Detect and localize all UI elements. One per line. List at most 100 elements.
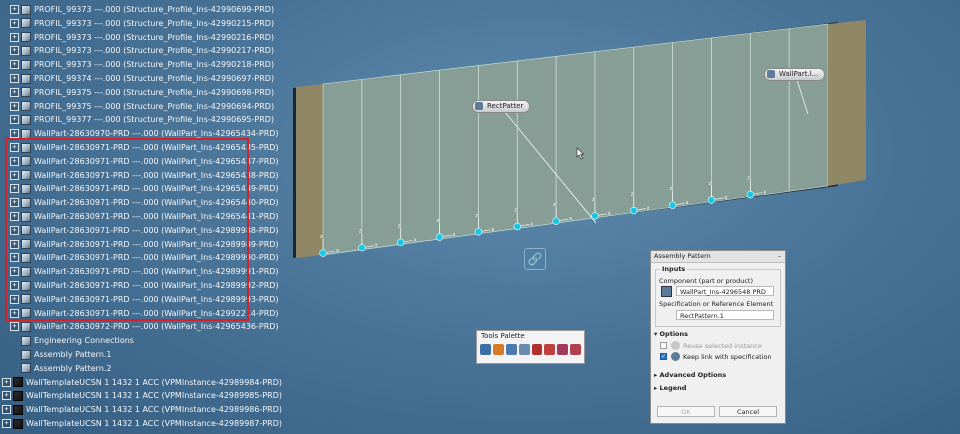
grid-tool-icon[interactable] [505,344,517,355]
dialog-title-bar[interactable]: Assembly Pattern – [651,251,785,263]
pattern-node [513,222,521,231]
measure-tool-icon[interactable] [531,344,543,355]
tree-row[interactable]: + PROFIL_99375 ---.000 (Structure_Profile… [10,86,274,99]
expand-toggle-icon[interactable]: + [10,18,19,28]
wallpart-leader-line [795,76,809,115]
rectpattern-label-tag[interactable]: RectPatter [472,100,531,113]
tree-row-label: PROFIL_99373 ---.000 (Structure_Profile_… [34,5,275,14]
tree-row-label: WallTemplateUCSN 1 1432 1 ACC (VPMInstan… [26,377,283,387]
axis-x-label: x [491,227,494,233]
axis-x-label: x [530,221,533,227]
reuse-icon [671,341,680,350]
inputs-group: Inputs Component (part or product) WallP… [655,265,781,327]
tree-row[interactable]: + PROFIL_99373 ---.000 (Structure_Profile… [10,44,274,57]
profile-icon [21,45,31,56]
axis-z-label: z [359,229,362,235]
options-section-toggle[interactable]: ▾ Options [654,330,688,338]
engineering-link-icon[interactable]: 🔗 [524,248,546,270]
expand-toggle-icon[interactable]: + [2,405,11,415]
axis-x-label: x [453,232,456,238]
axis-x-line [750,192,763,195]
template-icon [13,404,23,415]
expand-toggle-icon[interactable]: + [10,115,19,125]
axis-z-label: z [708,181,711,187]
axis-x-line [361,245,374,248]
tree-row[interactable]: + PROFIL_99373 ---.000 (Structure_Profile… [10,58,274,71]
engineering-connections-icon [21,335,31,346]
expand-toggle-icon[interactable]: + [10,60,19,70]
advanced-options-toggle[interactable]: ▸ Advanced Options [654,371,726,379]
capture-tool-icon[interactable] [557,344,569,355]
tree-row[interactable]: Assembly Pattern.2 [10,362,112,375]
ok-button[interactable]: OK [657,406,715,417]
axis-z-label: z [747,176,750,182]
expand-toggle-icon[interactable]: + [10,101,19,111]
axis-x-label: x [647,206,650,212]
folder-tool-icon[interactable] [492,344,504,355]
tree-row[interactable]: + PROFIL_99373 ---.000 (Structure_Profile… [10,17,274,30]
tree-row[interactable]: + PROFIL_99377 ---.000 (Structure_Profile… [10,113,274,126]
tree-row-label: Assembly Pattern.2 [34,363,112,373]
tree-row[interactable]: + WallTemplateUCSN 1 1432 1 ACC (VPMInsta… [2,403,282,416]
expand-toggle-icon[interactable]: + [10,5,19,14]
profile-icon [21,18,31,29]
axis-x-line [517,224,530,227]
axis-x-line [633,208,646,211]
tree-row[interactable]: Engineering Connections [10,334,134,347]
assembly-pattern-dialog[interactable]: Assembly Pattern – Inputs Component (par… [650,250,786,424]
tree-row[interactable]: + WallTemplateUCSN 1 1432 1 ACC (VPMInsta… [2,389,282,402]
expand-toggle-icon[interactable]: + [2,391,11,401]
tree-row-label: Engineering Connections [34,336,134,346]
expand-toggle-icon[interactable]: + [10,74,19,83]
wallpart-label-tag[interactable]: WallPart.l... [764,68,826,81]
link-icon [671,352,680,361]
profile-icon [21,101,31,112]
axis-x-label: x [686,200,689,206]
tools-palette-title: Tools Palette [481,332,525,340]
pattern-node [435,233,444,241]
tree-row[interactable]: + PROFIL_99373 ---.000 (Structure_Profile… [10,31,274,44]
axis-x-line [322,250,336,254]
tree-row[interactable]: + WallTemplateUCSN 1 1432 1 ACC (VPMInsta… [2,417,282,430]
expand-toggle-icon[interactable]: + [2,377,11,387]
expand-toggle-icon[interactable]: + [10,46,19,56]
expand-toggle-icon[interactable]: + [10,322,19,332]
tree-row[interactable]: + PROFIL_99373 ---.000 (Structure_Profile… [10,3,274,16]
wall-pattern-panel[interactable] [322,23,829,256]
tree-row[interactable]: + WallPart-28630972-PRD ---.000 (WallPart… [10,320,279,333]
tree-row[interactable]: + WallTemplateUCSN 1 1432 1 ACC (VPMInsta… [2,376,282,389]
profile-icon [21,59,31,70]
tree-row[interactable]: + PROFIL_99374 ---.000 (Structure_Profile… [10,72,274,85]
pattern-node [746,190,755,199]
expand-toggle-icon[interactable]: + [10,87,19,97]
tree-row[interactable]: Assembly Pattern.1 [10,348,112,361]
reuse-label: Reuse selected instance [683,342,762,350]
pattern-node [591,212,599,220]
tree-row-label: WallTemplateUCSN 1 1432 1 ACC (VPMInstan… [26,419,283,428]
highlight-selection-box [5,138,249,321]
tree-row[interactable]: + PROFIL_99375 ---.000 (Structure_Profile… [10,100,274,113]
minimize-button[interactable]: – [778,251,781,262]
tree-row-label: Assembly Pattern.1 [34,350,112,359]
pattern-node [396,238,405,247]
legend-toggle[interactable]: ▸ Legend [654,384,686,392]
tree-row-label: PROFIL_99375 ---.000 (Structure_Profile_… [34,87,275,97]
component-field[interactable]: WallPart_Ins-4296548 PRD [676,286,774,296]
expand-toggle-icon[interactable]: + [10,129,19,139]
tools-palette[interactable]: Tools Palette [476,330,585,364]
axis-z-label: z [670,186,673,192]
pattern-node [319,249,327,257]
expand-toggle-icon[interactable]: + [10,32,19,42]
spec-field[interactable]: RectPattern.1 [676,310,774,320]
mirror-tool-icon[interactable] [518,344,530,355]
select-tool-icon[interactable] [480,344,491,355]
keep-link-checkbox[interactable]: ✓ [660,353,667,360]
expand-toggle-icon[interactable]: + [2,419,11,428]
options-title: Options [659,330,689,338]
snap-tool-icon[interactable] [544,344,556,355]
export-tool-icon[interactable] [570,344,581,355]
tree-row-label: PROFIL_99374 ---.000 (Structure_Profile_… [34,74,275,83]
cancel-button[interactable]: Cancel [719,406,777,417]
reuse-instance-checkbox[interactable] [660,342,667,349]
axis-z-label: z [398,223,401,229]
